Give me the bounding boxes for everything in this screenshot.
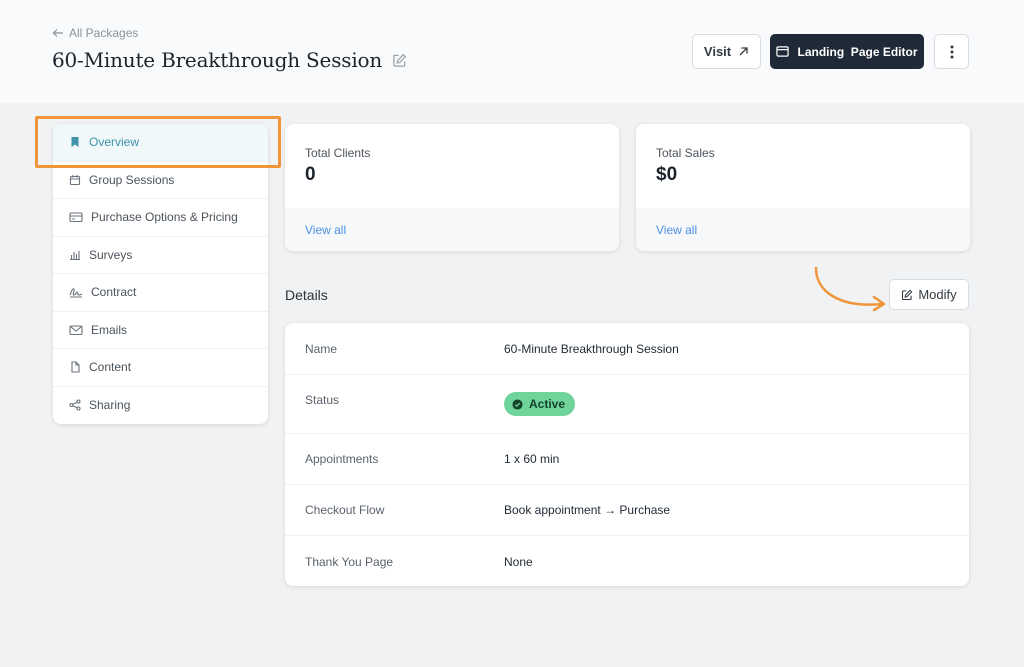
total-sales-card: Total Sales $0 View all [636,124,970,251]
check-circle-icon [512,398,523,410]
package-sidebar-nav: Overview Group Sessions Purchase Options… [53,124,268,424]
sidebar-item-sharing[interactable]: Sharing [53,387,268,425]
back-link[interactable]: All Packages [52,26,138,40]
sidebar-item-surveys[interactable]: Surveys [53,237,268,274]
sidebar-item-label: Surveys [89,247,133,262]
status-badge: Active [504,392,576,416]
sidebar-item-contract[interactable]: Contract [53,274,268,312]
sidebar-item-label: Emails [91,322,128,337]
details-row-checkout-flow: Checkout Flow Book appointment → Purchas… [285,485,969,536]
page-header: All Packages 60-Minute Breakthrough Sess… [0,0,1024,103]
stat-label: Total Sales [656,146,715,160]
share-icon [69,399,81,411]
visit-button-label: Visit [703,44,732,59]
more-vertical-icon [950,45,953,58]
sidebar-item-emails[interactable]: Emails [53,312,268,349]
details-key: Name [305,341,338,356]
details-value: 60-Minute Breakthrough Session [504,341,679,356]
visit-button[interactable]: Visit [692,34,761,69]
sidebar-item-label: Sharing [89,398,131,413]
details-row-thank-you-page: Thank You Page None [285,536,969,586]
sidebar-item-content[interactable]: Content [53,349,268,387]
calendar-icon [69,174,81,185]
landing-page-editor-button[interactable]: Landing Page Editor [770,34,924,69]
edit-title-icon[interactable] [392,53,407,68]
sidebar-item-label: Overview [89,135,140,150]
back-link-label: All Packages [69,26,139,40]
details-key: Status [305,393,340,407]
sidebar-item-group-sessions[interactable]: Group Sessions [53,162,268,199]
sidebar-item-label: Group Sessions [89,172,175,187]
stat-value: 0 [305,164,316,185]
details-heading: Details [285,287,328,303]
modify-button[interactable]: Modify [889,279,969,310]
edit-icon [902,289,913,300]
modify-button-label: Modify [918,287,957,302]
annotation-arrow-icon [814,266,886,312]
arrow-left-icon [52,29,63,37]
stat-value: $0 [656,164,678,185]
view-all-clients-link[interactable]: View all [305,223,346,237]
bookmark-icon [71,137,79,148]
sidebar-item-label: Contract [91,285,137,300]
view-all-sales-link[interactable]: View all [656,223,697,237]
page-title: 60-Minute Breakthrough Session [52,48,383,72]
signature-icon [69,288,83,298]
credit-card-icon [69,212,83,223]
mail-icon [69,325,83,335]
landing-page-editor-label: Landing Page Editor [797,44,918,59]
details-key: Checkout Flow [305,503,385,517]
details-value: 1 x 60 min [504,452,560,466]
sidebar-item-overview[interactable]: Overview [53,124,268,162]
details-value: Book appointment → Purchase [504,503,671,517]
external-link-icon [739,47,748,56]
browser-window-icon [776,46,790,57]
details-row-name: Name 60-Minute Breakthrough Session [285,323,969,375]
bar-chart-icon [70,250,80,260]
total-clients-card: Total Clients 0 View all [285,124,619,251]
status-badge-label: Active [529,397,566,411]
more-options-button[interactable] [934,34,969,69]
details-value: None [504,554,533,569]
file-icon [71,361,80,373]
details-key: Appointments [305,452,379,466]
details-row-status: Status Active [285,375,969,434]
stat-label: Total Clients [305,146,371,160]
details-row-appointments: Appointments 1 x 60 min [285,434,969,485]
details-key: Thank You Page [305,554,394,569]
sidebar-item-label: Purchase Options & Pricing [91,210,238,225]
details-table: Name 60-Minute Breakthrough Session Stat… [285,323,969,586]
sidebar-item-purchase-options[interactable]: Purchase Options & Pricing [53,199,268,237]
sidebar-item-label: Content [89,360,132,375]
